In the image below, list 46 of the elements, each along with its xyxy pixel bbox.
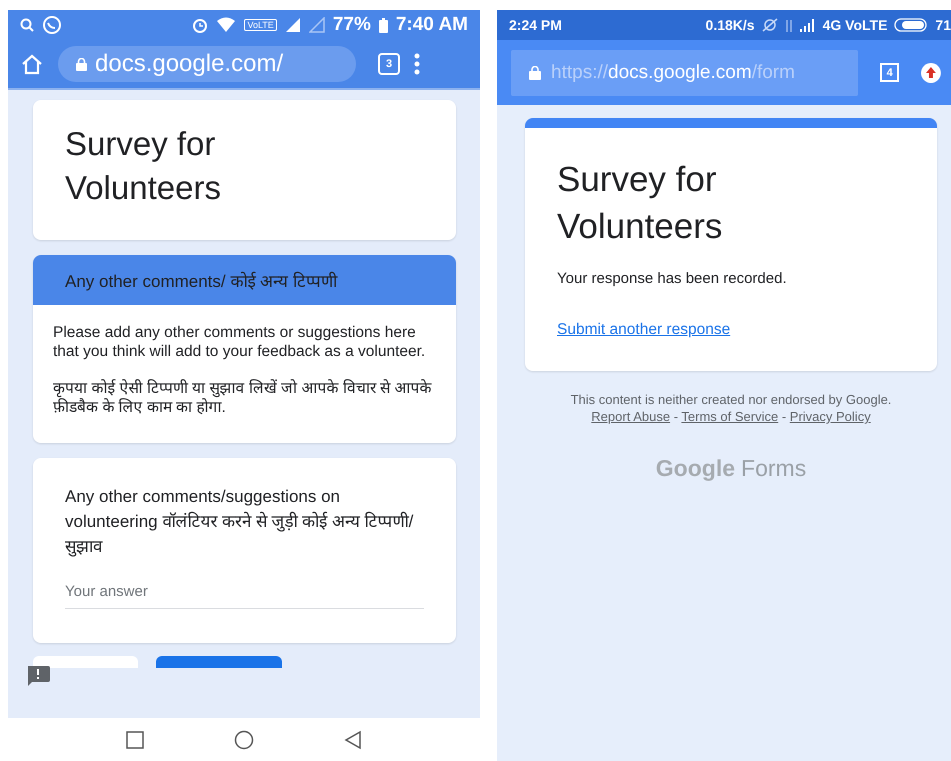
network-speed: 0.18K/s [706,17,755,33]
battery-icon [894,18,928,32]
feedback-icon[interactable] [26,666,50,686]
footer-link[interactable]: Terms of Service [681,409,778,424]
address-bar[interactable]: docs.google.com/ [58,46,356,82]
battery-percentage: 77% [332,14,371,36]
footer-link[interactable]: Report Abuse [591,409,670,424]
square-icon[interactable] [126,730,144,748]
chat-bubble-icon [42,15,62,35]
status-time: 2:24 PM [509,17,562,33]
home-icon[interactable] [20,53,44,75]
network-badge: VoLTE [244,19,277,31]
circle-icon[interactable] [234,730,254,750]
signal-icon [800,18,816,32]
tab-count-button[interactable]: 4 [880,63,900,82]
submit-another-link[interactable]: Submit another response [557,321,730,338]
url-text: https://docs.google.com/form [551,62,795,84]
upload-icon[interactable] [921,62,941,82]
status-time: 7:40 AM [396,14,468,36]
network-type: 4G VoLTE [822,17,888,33]
alarm-off-icon [762,18,778,32]
address-bar[interactable]: https://docs.google.com/form [511,50,858,96]
signal-icon [284,17,301,33]
confirmation-message: Your response has been recorded. [557,270,788,287]
section-description: Please add any other comments or suggestions here that you think will add to your feedback as a volunteer. [53,323,426,361]
answer-field[interactable]: Your answer [65,579,424,609]
question-label: Any other comments/suggestions on volunteering वॉलंटियर करने से जुड़ी कोई अन्य टिप्पणी/सुझाव [65,486,414,558]
alarm-clock-icon [192,17,208,33]
url-text: docs.google.com/ [95,50,284,78]
section-description: कृपया कोई ऐसी टिप्पणी या सुझाव लिखें जो आपके विचार से आपके फ़ीडबैक के लिए काम का होगा. [53,379,433,417]
battery-icon [378,18,388,32]
form-title: Survey for Volunteers [65,124,222,208]
form-title: Survey for Volunteers [557,159,724,248]
footer-text: This content is neither created nor endorsed by Google. Report Abuse - Terms of Service - Privacy Policy [570,391,892,425]
lock-icon [529,66,541,80]
battery-percentage: 71 [935,17,951,33]
footer-link[interactable]: Privacy Policy [790,409,871,424]
wifi-icon [216,17,236,33]
section-header: Any other comments/ कोई अन्य टिप्पणी [33,255,456,305]
signal-icon [308,17,325,33]
lock-icon [76,58,87,70]
google-forms-logo: Google Forms [656,455,806,482]
more-options-icon[interactable] [414,53,420,75]
triangle-icon[interactable] [344,730,362,750]
tab-count-button[interactable]: 3 [378,53,400,75]
search-icon [20,18,34,32]
